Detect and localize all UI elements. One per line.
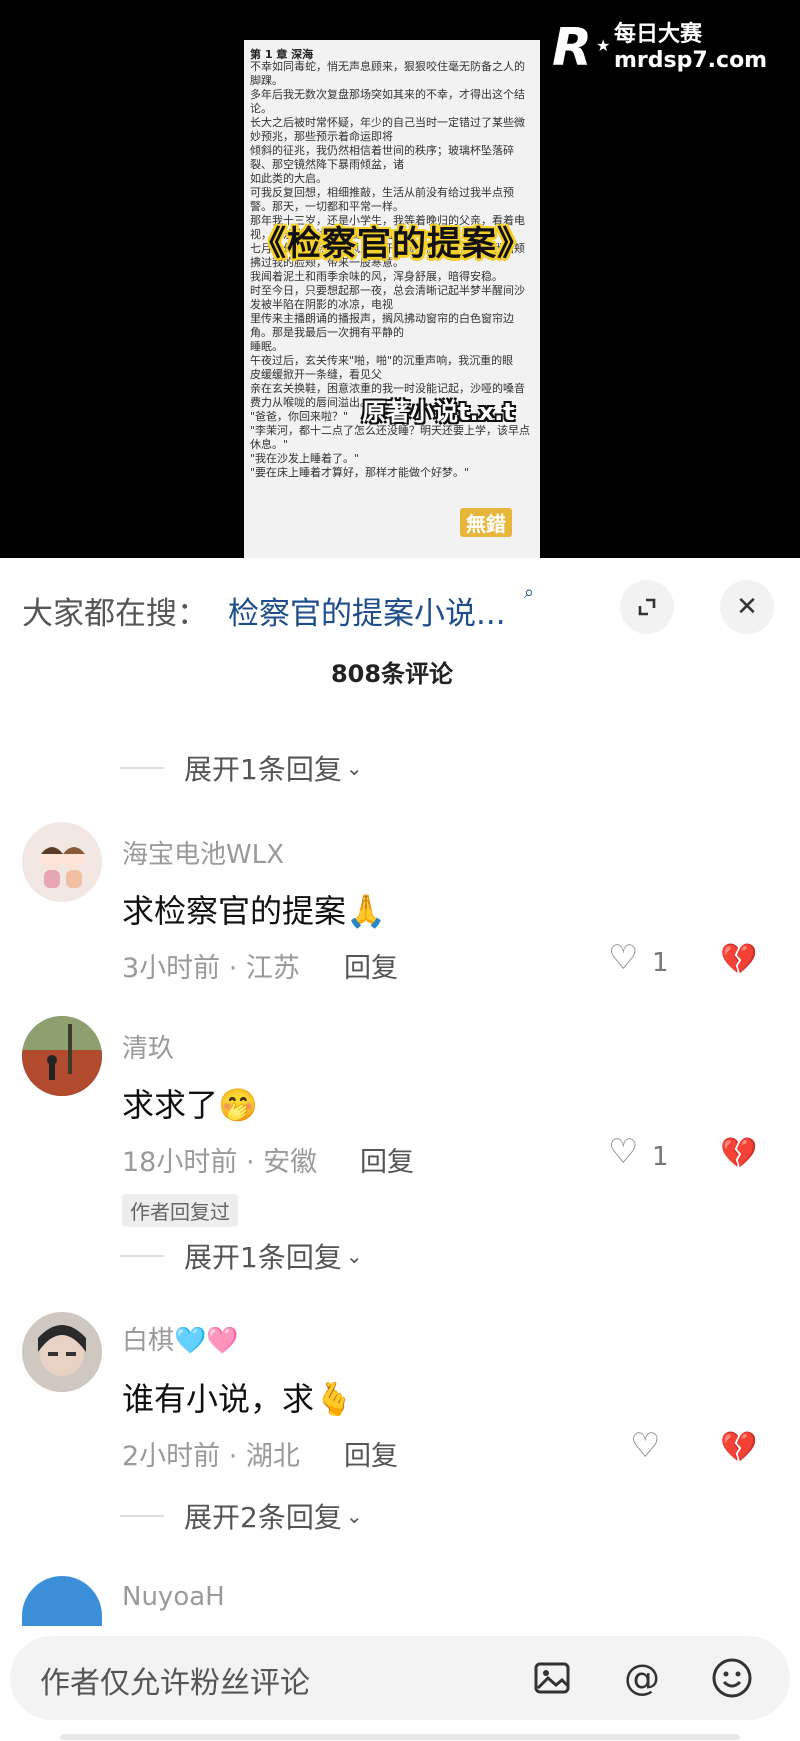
expand-replies-label: 展开2条回复	[184, 1501, 342, 1534]
comment-text: 求检察官的提案🙏	[122, 892, 386, 930]
image-icon[interactable]	[524, 1650, 580, 1706]
novel-text-line: 倾斜的征兆，我仍然相信着世间的秩序；玻璃杯坠落碎	[250, 144, 514, 157]
novel-text-line: 时至今日，只要想起那一夜，总会清晰记起半梦半醒间沙	[250, 284, 525, 297]
divider	[120, 1515, 164, 1517]
bottom-edge	[60, 1734, 740, 1740]
heart-icon[interactable]: ♡	[608, 938, 638, 978]
novel-text-line: 妙预兆，那些预示着命运即将	[250, 130, 393, 143]
avatar[interactable]	[22, 1016, 102, 1096]
avatar[interactable]	[22, 822, 102, 902]
novel-text-line: 里传来主播朗诵的播报声，搁风拂动窗帘的白色窗帘边	[250, 312, 514, 325]
comment-meta: 3小时前 · 江苏	[122, 953, 300, 984]
avatar-image	[22, 1016, 102, 1096]
novel-text-line: 论。	[250, 102, 272, 115]
novel-text-line: 皮缓缓掀开一条缝，看见父	[250, 368, 382, 381]
watermark-logo: R ★	[552, 18, 611, 78]
comment-author[interactable]: 海宝电池WLX	[122, 834, 284, 871]
comment-input[interactable]: 作者仅允许粉丝评论	[40, 1658, 310, 1702]
heart-icon[interactable]: ♡	[630, 1426, 660, 1466]
reply-button[interactable]: 回复	[344, 946, 398, 985]
expand-replies[interactable]: 展开1条回复 ⌄	[120, 748, 363, 788]
expand-replies[interactable]: 展开2条回复 ⌄	[120, 1496, 363, 1536]
avatar-image	[22, 1312, 102, 1392]
video-badge-overlay: 無錯	[460, 508, 512, 537]
watermark: R ★ 每日大赛 mrdsp7.com	[540, 10, 792, 86]
broken-heart-icon[interactable]: 💔	[720, 942, 757, 977]
video-source-overlay: 原著小说t.x.t	[362, 398, 515, 426]
expand-replies[interactable]: 展开1条回复 ⌄	[120, 1236, 363, 1276]
novel-text-line: "我在沙发上睡着了。"	[250, 452, 360, 465]
novel-text-line: 休息。"	[250, 438, 289, 451]
comments-count: 808条评论	[330, 660, 454, 688]
mention-icon[interactable]: @	[614, 1650, 670, 1706]
divider	[120, 1255, 164, 1257]
novel-text-line: 长大之后被时常怀疑，年少的自己当时一定错过了某些微	[250, 116, 525, 129]
comment-author[interactable]: NuyoaH	[122, 1582, 225, 1612]
chevron-down-icon: ⌄	[345, 1504, 363, 1528]
broken-heart-icon[interactable]: 💔	[720, 1430, 757, 1465]
like-count: 1	[652, 1142, 669, 1172]
novel-text-line: 如此类的大启。	[250, 172, 327, 185]
broken-heart-icon[interactable]: 💔	[720, 1136, 757, 1171]
watermark-title: 每日大赛	[614, 22, 703, 47]
comment-author[interactable]: 清玖	[122, 1028, 174, 1065]
divider	[120, 767, 164, 769]
collapse-button[interactable]	[620, 580, 674, 634]
comment-meta: 18小时前 · 安徽	[122, 1147, 318, 1178]
like-count: 1	[652, 948, 669, 978]
comment-input-bar[interactable]: 作者仅允许粉丝评论 @	[10, 1636, 790, 1720]
avatar[interactable]	[22, 1576, 102, 1626]
search-icon: ⌕	[524, 582, 535, 603]
reply-button[interactable]: 回复	[360, 1140, 414, 1179]
search-label: 大家都在搜：	[22, 596, 208, 632]
heart-icon[interactable]: ♡	[608, 1132, 638, 1172]
close-icon: ✕	[736, 592, 758, 622]
novel-page-image: 第 1 章 深海 不幸如同毒蛇，悄无声息顾来，狠狠咬住毫无防备之人的 脚踝。 多年后…	[244, 40, 540, 558]
collapse-icon	[638, 598, 656, 616]
chevron-down-icon: ⌄	[345, 756, 363, 780]
novel-text-line: 可我反复回想，相细推敲，生活从前没有给过我半点预	[250, 186, 514, 199]
novel-text-line: 睡眠。	[250, 340, 283, 353]
avatar[interactable]	[22, 1312, 102, 1392]
novel-text-line: 脚踝。	[250, 74, 283, 87]
novel-text-line: 裂、那空镜然降下暴雨倾盆，诸	[250, 158, 404, 171]
novel-text-line: 发被半陷在阴影的冰凉，电视	[250, 298, 393, 311]
video-player[interactable]: 第 1 章 深海 不幸如同毒蛇，悄无声息顾来，狠狠咬住毫无防备之人的 脚踝。 多年后…	[0, 0, 800, 558]
search-suggestion[interactable]: 大家都在搜： 检察官的提案小说... ⌕	[0, 580, 800, 632]
chapter-heading: 第 1 章 深海	[250, 48, 314, 61]
expand-replies-label: 展开1条回复	[184, 1241, 342, 1274]
comment-meta: 2小时前 · 湖北	[122, 1441, 300, 1472]
author-replied-badge: 作者回复过	[122, 1194, 238, 1227]
novel-text-line: 午夜过后，玄关传来"啪，啪"的沉重声响，我沉重的眼	[250, 354, 514, 367]
emoji-icon[interactable]	[704, 1650, 760, 1706]
search-link[interactable]: 检察官的提案小说...	[228, 588, 506, 633]
novel-text-line: 警。那天，一切都和平常一样。	[250, 200, 404, 213]
comment-author[interactable]: 白棋🩵🩷	[122, 1320, 239, 1357]
novel-text-line: 不幸如同毒蛇，悄无声息顾来，狠狠咬住毫无防备之人的	[250, 60, 525, 73]
novel-text-line: 多年后我无数次复盘那场突如其来的不幸，才得出这个结	[250, 88, 525, 101]
watermark-url: mrdsp7.com	[614, 48, 768, 73]
novel-text-line: 角。那是我最后一次拥有平静的	[250, 326, 404, 339]
novel-text-line: 我闻着泥土和雨季余味的风，浑身舒展，暗得安稳。	[250, 270, 503, 283]
comment-text: 求求了🤭	[122, 1086, 258, 1124]
avatar-image	[41, 847, 85, 888]
close-button[interactable]: ✕	[720, 580, 774, 634]
video-title-overlay: 《检察官的提案》	[252, 224, 532, 264]
reply-button[interactable]: 回复	[344, 1434, 398, 1473]
chevron-down-icon: ⌄	[345, 1244, 363, 1268]
comment-text: 谁有小说，求🫰	[122, 1380, 354, 1418]
novel-text-line: "要在床上睡着才算好，那样才能做个好梦。"	[250, 466, 470, 479]
expand-replies-label: 展开1条回复	[184, 753, 342, 786]
